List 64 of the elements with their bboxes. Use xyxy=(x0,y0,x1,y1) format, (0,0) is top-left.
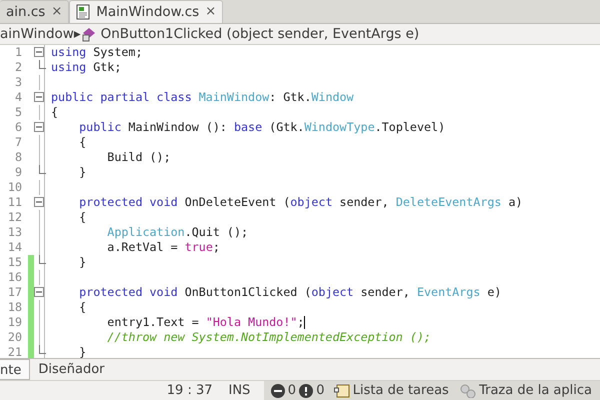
method-icon xyxy=(80,26,97,42)
line-number: 15 xyxy=(6,255,23,270)
line-number: 3 xyxy=(14,75,23,90)
insert-mode: INS xyxy=(228,382,250,400)
breadcrumb-item[interactable]: ainWindow xyxy=(0,24,74,44)
line-number: 13 xyxy=(6,225,23,240)
line-number: 8 xyxy=(14,150,23,165)
line-number: 11 xyxy=(6,195,23,210)
line-number: 5 xyxy=(14,105,23,120)
line-number: 12 xyxy=(6,210,23,225)
code-line: using System; xyxy=(51,45,142,59)
warning-count: 0 xyxy=(316,382,324,400)
code-line: //throw new System.NotImplementedException (); xyxy=(106,330,431,344)
code-line: { xyxy=(78,300,86,314)
fold-line-icon xyxy=(38,105,40,120)
line-number: 16 xyxy=(6,270,23,285)
line-number: 18 xyxy=(6,300,23,315)
close-icon[interactable]: × xyxy=(51,2,62,22)
code-line: Application.Quit (); xyxy=(106,225,248,239)
warning-icon xyxy=(299,384,314,398)
view-tab[interactable]: nte xyxy=(0,359,30,380)
error-icon xyxy=(270,384,285,398)
task-list-icon xyxy=(334,384,350,398)
line-number: 19 xyxy=(6,315,23,330)
line-number: 2 xyxy=(14,60,23,75)
cursor-position: 19 : 37 xyxy=(166,382,212,400)
view-tab[interactable]: Diseñador xyxy=(30,359,112,380)
code-line: { xyxy=(51,105,58,119)
code-line: } xyxy=(78,255,86,269)
code-line: } xyxy=(78,345,86,358)
code-line: } xyxy=(78,165,86,179)
close-icon[interactable]: × xyxy=(205,2,216,22)
breadcrumb-item[interactable]: OnButton1Clicked (object sender, EventArgs e) xyxy=(100,24,420,44)
code-line: Build (); xyxy=(106,150,171,164)
code-line: public MainWindow (): base (Gtk.WindowType.Toplevel) xyxy=(78,120,446,134)
file-icon xyxy=(76,4,90,20)
error-count: 0 xyxy=(288,382,296,400)
code-line: public partial class MainWindow: Gtk.Window xyxy=(51,90,354,104)
fold-line-icon xyxy=(38,270,40,285)
code-line: entry1.Text = "Hola Mundo!"; xyxy=(106,315,304,329)
line-number: 21 xyxy=(6,345,23,358)
line-number: 9 xyxy=(14,165,23,180)
code-line: protected void OnButton1Clicked (object sender, EventArgs e) xyxy=(78,285,502,299)
code-line: using Gtk; xyxy=(51,60,122,74)
line-number: 6 xyxy=(14,120,23,135)
gears-icon xyxy=(460,384,476,398)
code-line: { xyxy=(78,210,86,224)
line-number: 7 xyxy=(14,135,23,150)
line-number: 1 xyxy=(14,45,23,60)
file-tab[interactable]: MainWindow.cs × xyxy=(69,0,224,23)
pad-button[interactable]: Traza de la aplica xyxy=(479,381,592,400)
fold-line-icon xyxy=(38,75,40,90)
line-number: 4 xyxy=(14,90,23,105)
line-number: 10 xyxy=(6,180,23,195)
code-line: a.RetVal = true; xyxy=(106,240,220,254)
fold-line-icon xyxy=(38,180,40,195)
code-line: protected void OnDeleteEvent (object sender, DeleteEventArgs a) xyxy=(78,195,523,209)
code-line: { xyxy=(78,135,86,149)
line-number: 20 xyxy=(6,330,23,345)
pad-button[interactable]: Lista de tareas xyxy=(352,381,449,400)
separator-icon: ▸ xyxy=(74,24,81,44)
line-number: 17 xyxy=(6,285,23,300)
line-number: 14 xyxy=(6,240,23,255)
file-tab[interactable]: ain.cs × xyxy=(0,0,70,23)
